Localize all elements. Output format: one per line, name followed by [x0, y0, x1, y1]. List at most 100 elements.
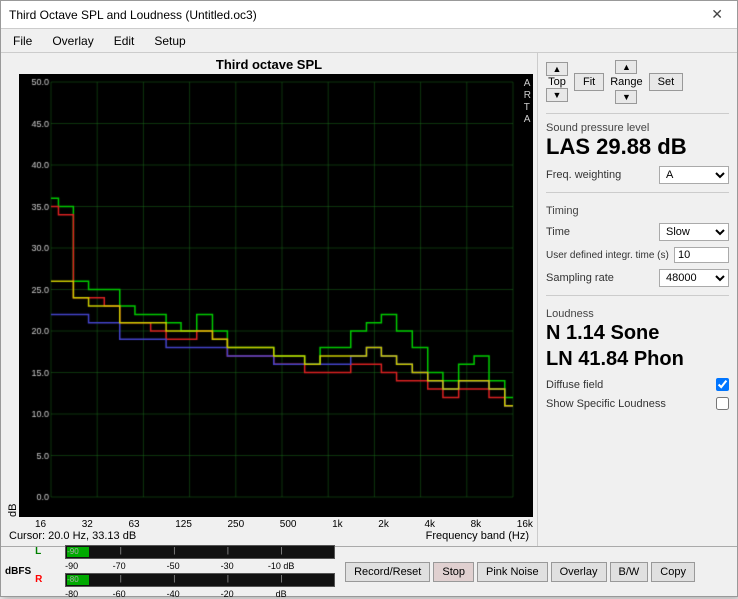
chart-title: Third octave SPL: [5, 57, 533, 72]
tick-minus30: -30: [221, 561, 234, 571]
dbfs-R-bar: -80 | | | |: [65, 573, 335, 587]
tick2-db: dB: [276, 589, 287, 599]
top-controls: ▲ Top ▼ Fit ▲ Range ▼ Set: [546, 59, 729, 105]
diffuse-field-checkbox[interactable]: [716, 378, 729, 391]
bottom-bar: dBFS L -90 | | | | -90 -70 -50: [1, 546, 737, 596]
dbfs-tick-labels-2: -80 -60 -40 -20 dB: [65, 589, 335, 599]
copy-button[interactable]: Copy: [651, 562, 695, 582]
x-tick-16: 16: [35, 519, 46, 530]
spl-value: LAS 29.88 dB: [546, 134, 729, 160]
x-tick-500: 500: [280, 519, 297, 530]
title-bar: Third Octave SPL and Loudness (Untitled.…: [1, 1, 737, 29]
top-down-btn[interactable]: ▼: [546, 88, 568, 102]
menu-setup[interactable]: Setup: [146, 32, 193, 50]
set-button[interactable]: Set: [649, 73, 684, 91]
L-label: L: [35, 546, 63, 557]
tick2-minus60: -60: [113, 589, 126, 599]
menu-edit[interactable]: Edit: [106, 32, 143, 50]
top-spinbox: ▲ Top ▼: [546, 62, 568, 102]
time-label: Time: [546, 226, 655, 238]
tick-minus90: -90: [65, 561, 78, 571]
x-tick-1k: 1k: [332, 519, 343, 530]
loudness-section-title: Loudness: [546, 308, 729, 320]
x-tick-250: 250: [228, 519, 245, 530]
cursor-info: Cursor: 20.0 Hz, 33.13 dB Frequency band…: [5, 530, 533, 542]
show-specific-row: Show Specific Loudness: [546, 397, 729, 410]
x-tick-63: 63: [128, 519, 139, 530]
chart-wrapper: dB ARTA: [5, 74, 533, 517]
close-button[interactable]: ✕: [705, 4, 729, 25]
tick-minus10: -10 dB: [268, 561, 295, 571]
menu-bar: File Overlay Edit Setup: [1, 29, 737, 53]
fit-group: Fit: [574, 59, 604, 105]
stop-button[interactable]: Stop: [433, 562, 474, 582]
time-select[interactable]: SlowFastImpulse: [659, 223, 729, 241]
loudness-LN-value: LN 41.84 Phon: [546, 346, 729, 372]
dbfs-section: L -90 | | | | -90 -70 -50 -30 -10 dB: [35, 545, 335, 599]
set-group: Set: [649, 59, 684, 105]
sampling-rate-label: Sampling rate: [546, 272, 655, 284]
loudness-N-value: N 1.14 Sone: [546, 320, 729, 346]
R-label: R: [35, 574, 63, 585]
tick2-minus20: -20: [221, 589, 234, 599]
freq-weighting-label: Freq. weighting: [546, 169, 655, 181]
show-specific-label: Show Specific Loudness: [546, 398, 712, 410]
timing-section-title: Timing: [546, 205, 729, 217]
freq-weighting-row: Freq. weighting ABCZ: [546, 166, 729, 184]
sampling-rate-row: Sampling rate 441004800096000: [546, 269, 729, 287]
main-content: Third octave SPL dB ARTA 16 32 63 125 25…: [1, 53, 737, 546]
sampling-rate-select[interactable]: 441004800096000: [659, 269, 729, 287]
menu-overlay[interactable]: Overlay: [44, 32, 101, 50]
user-integr-label: User defined integr. time (s): [546, 250, 670, 261]
right-panel: ▲ Top ▼ Fit ▲ Range ▼ Set: [537, 53, 737, 546]
top-up-btn[interactable]: ▲: [546, 62, 568, 76]
user-integr-row: User defined integr. time (s): [546, 247, 729, 263]
arta-label: ARTA: [524, 78, 531, 126]
diffuse-field-label: Diffuse field: [546, 379, 712, 391]
time-row: Time SlowFastImpulse: [546, 223, 729, 241]
range-down-btn[interactable]: ▼: [615, 90, 637, 104]
action-buttons: Record/Reset Stop Pink Noise Overlay B/W…: [345, 562, 695, 582]
dbfs-L-bar: -90 | | | |: [65, 545, 335, 559]
range-set-group: ▲ Range ▼: [610, 60, 642, 104]
chart-bottom: 16 32 63 125 250 500 1k 2k 4k 8k 16k Cur…: [5, 519, 533, 542]
user-integr-input[interactable]: [674, 247, 729, 263]
loudness-section: Loudness N 1.14 Sone LN 41.84 Phon: [546, 304, 729, 372]
chart-area: Third octave SPL dB ARTA 16 32 63 125 25…: [1, 53, 537, 546]
main-window: Third Octave SPL and Loudness (Untitled.…: [0, 0, 738, 597]
chart-canvas: [19, 74, 533, 517]
range-label: Range: [610, 76, 642, 88]
pink-noise-button[interactable]: Pink Noise: [477, 562, 548, 582]
overlay-button[interactable]: Overlay: [551, 562, 607, 582]
x-tick-8k: 8k: [471, 519, 482, 530]
dbfs-R-row: R -80 | | | |: [35, 573, 335, 587]
x-axis-labels: 16 32 63 125 250 500 1k 2k 4k 8k 16k: [5, 519, 533, 530]
menu-file[interactable]: File: [5, 32, 40, 50]
tick-minus50: -50: [167, 561, 180, 571]
window-title: Third Octave SPL and Loudness (Untitled.…: [9, 8, 257, 22]
range-up-btn[interactable]: ▲: [615, 60, 637, 74]
cursor-value: Cursor: 20.0 Hz, 33.13 dB: [9, 530, 136, 542]
fit-button[interactable]: Fit: [574, 73, 604, 91]
spl-section: Sound pressure level LAS 29.88 dB: [546, 122, 729, 160]
dbfs-label: dBFS: [5, 566, 31, 577]
freq-band-label: Frequency band (Hz): [426, 530, 529, 542]
x-tick-4k: 4k: [424, 519, 435, 530]
x-tick-2k: 2k: [378, 519, 389, 530]
tick-minus70: -70: [113, 561, 126, 571]
bw-button[interactable]: B/W: [610, 562, 649, 582]
top-label: Top: [548, 76, 566, 88]
tick2-minus80: -80: [65, 589, 78, 599]
x-tick-32: 32: [82, 519, 93, 530]
show-specific-checkbox[interactable]: [716, 397, 729, 410]
chart-canvas-container: ARTA: [19, 74, 533, 517]
x-tick-16k: 16k: [517, 519, 533, 530]
x-tick-125: 125: [175, 519, 192, 530]
freq-weighting-select[interactable]: ABCZ: [659, 166, 729, 184]
record-reset-button[interactable]: Record/Reset: [345, 562, 430, 582]
y-axis-label: dB: [5, 74, 19, 517]
tick2-minus40: -40: [167, 589, 180, 599]
spl-section-title: Sound pressure level: [546, 122, 729, 134]
dbfs-tick-labels: -90 -70 -50 -30 -10 dB: [65, 561, 335, 571]
dbfs-L-row: L -90 | | | |: [35, 545, 335, 559]
